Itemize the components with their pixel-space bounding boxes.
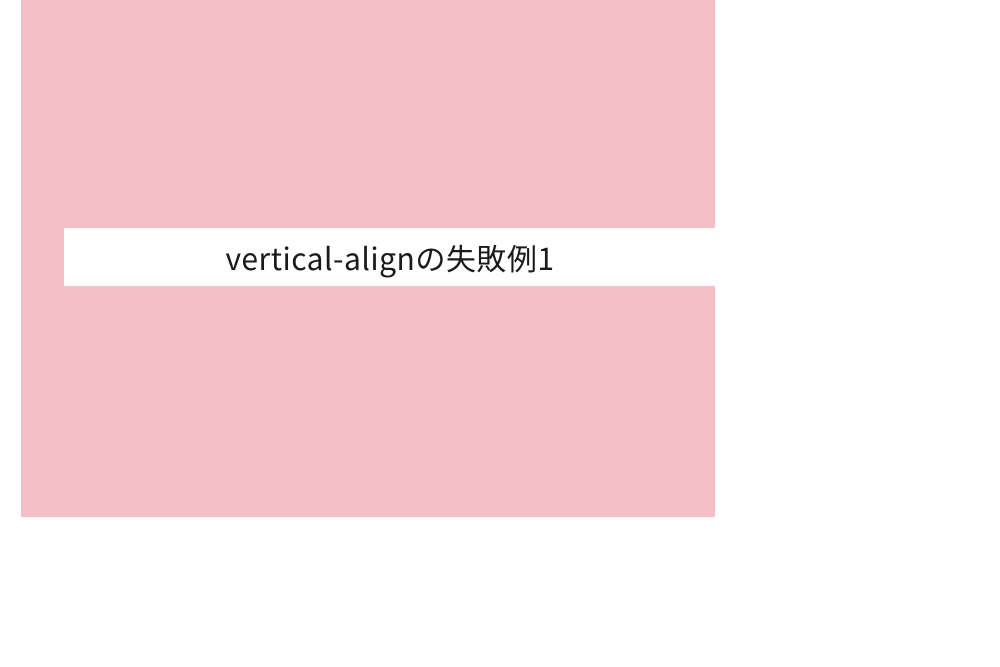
white-label-box: vertical-alignの失敗例1 (64, 228, 716, 286)
pink-container: vertical-alignの失敗例1 (21, 0, 715, 517)
label-text: vertical-alignの失敗例1 (226, 235, 555, 279)
